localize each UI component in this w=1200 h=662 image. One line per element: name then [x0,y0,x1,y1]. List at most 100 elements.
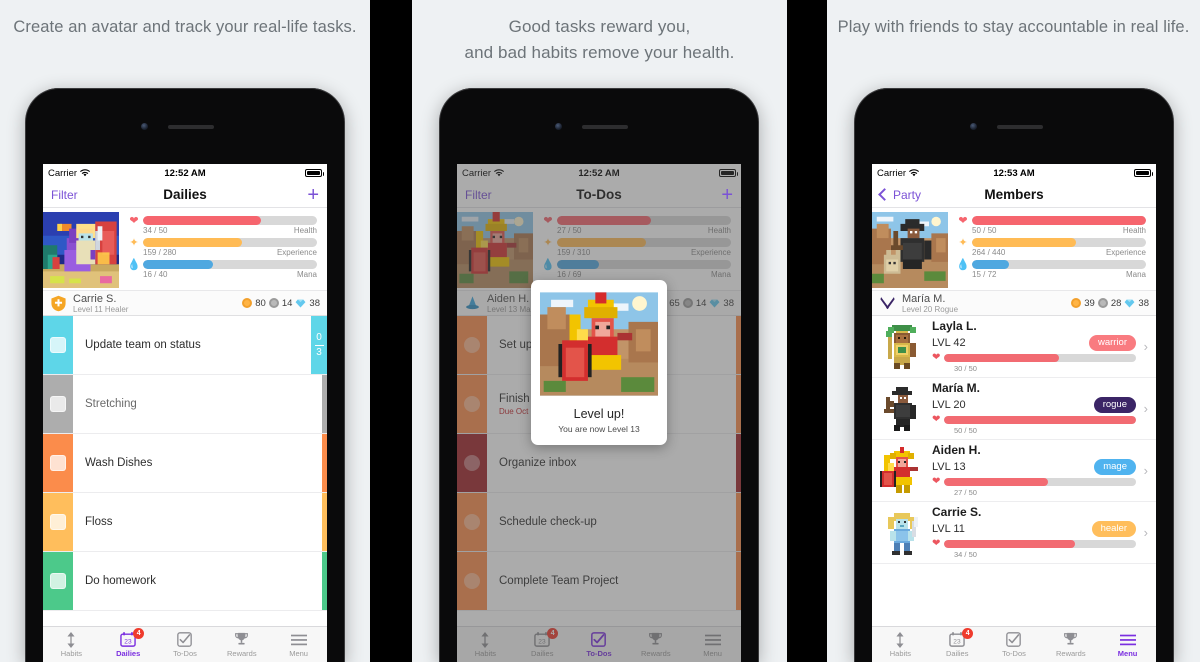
tab-dailies[interactable]: 23 4 Dailies [100,627,157,662]
tab-menu-label: Menu [289,648,308,658]
trophy-icon [234,632,249,648]
member-health-fill [944,478,1048,486]
sparkle-icon: ✦ [129,237,139,249]
healer-shield-icon [51,295,66,311]
tab-habits[interactable]: Habits [872,627,929,662]
chevron-right-icon[interactable]: › [1136,463,1148,478]
task-checkbox[interactable] [50,337,66,353]
tab-menu[interactable]: Menu [1099,627,1156,662]
gem-icon [295,298,306,308]
task-edge [322,552,327,610]
tab-bar-1: Habits 23 4 Dailies To-Dos Rewards Menu [43,626,327,662]
user-strip-1[interactable]: Carrie S. Level 11 Healer 80 14 38 [43,290,327,316]
tab-menu[interactable]: Menu [270,627,327,662]
task-row[interactable]: Update team on status 0 3 [43,316,327,375]
earpiece-speaker [997,125,1043,129]
add-task-button[interactable]: + [307,185,319,205]
add-task-button[interactable]: + [721,185,733,205]
tab-dailies-label: Dailies [116,648,141,658]
promo-panel-party: Play with friends to stay accountable in… [827,0,1200,662]
chevron-right-icon[interactable]: › [1136,401,1148,416]
mana-bar-fill [972,260,1009,269]
chevron-right-icon[interactable]: › [1136,525,1148,540]
member-health-fill [944,540,1075,548]
level-up-modal: Level up! You are now Level 13 [531,280,667,445]
user-identity: María M. Level 20 Rogue [902,293,958,314]
user-name: María M. [902,292,946,305]
stat-row-health: ❤ 50 / 50 Health [956,216,1146,236]
tab-habits-label: Habits [60,648,83,658]
tab-todos[interactable]: To-Dos [986,627,1043,662]
task-color-strip [43,375,73,433]
list-item[interactable]: María M. LVL 20 rogue ❤ 50 / 50 › [872,378,1156,440]
user-level: Level 11 Healer [73,304,129,314]
currency-group-1: 80 14 38 [242,298,320,309]
xp-label: Experience [1105,248,1146,257]
modal-title: Level up! [573,407,625,421]
chevron-right-icon[interactable]: › [1136,339,1148,354]
task-checkbox[interactable] [50,455,66,471]
svg-text:23: 23 [125,638,133,645]
front-camera-icon [555,123,562,130]
user-level: Level 20 Rogue [902,304,959,314]
member-class-badge: healer [1091,521,1136,537]
avatar-maria [872,212,948,288]
task-row[interactable]: Do homework [43,552,327,611]
layla-avatar [878,322,926,371]
nav-bar-3: Party Members [872,182,1156,208]
user-strip-3[interactable]: María M. Level 20 Rogue 39 28 38 [872,290,1156,316]
status-time: 12:53 AM [993,167,1035,179]
task-row[interactable]: Stretching [43,375,327,434]
tab-habits[interactable]: Habits [43,627,100,662]
stat-row-experience: ✦ 159 / 280 Experience [127,238,317,258]
mana-label: Mana [296,270,317,279]
task-body: Floss [73,493,322,551]
earpiece-speaker [168,125,214,129]
tab-rewards-label: Rewards [1055,648,1086,658]
level-up-avatar [540,292,658,396]
list-item[interactable]: Carrie S. LVL 11 healer ❤ 34 / 50 › [872,502,1156,564]
gem-icon [1124,298,1135,308]
tab-todos[interactable]: To-Dos [157,627,214,662]
xp-value: 159 / 280 [143,248,177,257]
panel-2-caption-line2: and bad habits remove your health. [464,43,735,62]
tab-rewards[interactable]: Rewards [213,627,270,662]
task-row[interactable]: Wash Dishes [43,434,327,493]
maria-avatar [878,384,926,433]
earpiece-speaker [582,125,628,129]
modal-subtitle: You are now Level 13 [558,424,640,434]
nav-bar-1: Filter Dailies + [43,182,327,208]
task-checkbox[interactable] [50,514,66,530]
member-level: LVL 42 [932,337,966,349]
heart-icon: ❤ [129,215,139,227]
health-bar-track [972,216,1146,225]
health-value: 34 / 50 [143,226,168,235]
task-body: Wash Dishes [73,434,322,492]
task-color-strip [43,316,73,374]
task-edge [322,375,327,433]
user-identity: Carrie S. Level 11 Healer [73,293,128,314]
tab-rewards-label: Rewards [226,648,257,658]
tab-menu-label: Menu [1117,648,1138,658]
list-item[interactable]: Aiden H. LVL 13 mage ❤ 27 / 50 › [872,440,1156,502]
task-row[interactable]: Floss [43,493,327,552]
xp-bar-fill [972,238,1077,247]
task-title: Stretching [85,398,137,410]
gold-coin-icon [242,298,253,308]
dailies-badge: 4 [133,627,145,639]
tab-rewards[interactable]: Rewards [1042,627,1099,662]
updown-arrow-icon [895,631,905,648]
task-checkbox[interactable] [50,396,66,412]
tab-habits-label: Habits [889,648,912,658]
task-edge [322,434,327,492]
list-item[interactable]: Layla L. LVL 42 warrior ❤ 30 / 50 › [872,316,1156,378]
member-class-badge: mage [1094,459,1136,475]
heart-icon: ❤ [932,538,941,549]
stat-bars-1: ❤ 34 / 50 Health ✦ 159 / 280 Experience … [119,212,321,288]
member-name: Aiden H. [932,443,981,457]
tab-dailies[interactable]: 23 4 Dailies [929,627,986,662]
tab-todos-label: To-Dos [1002,648,1026,658]
task-body: Do homework [73,552,322,610]
task-body: Stretching [73,375,322,433]
task-checkbox[interactable] [50,573,66,589]
